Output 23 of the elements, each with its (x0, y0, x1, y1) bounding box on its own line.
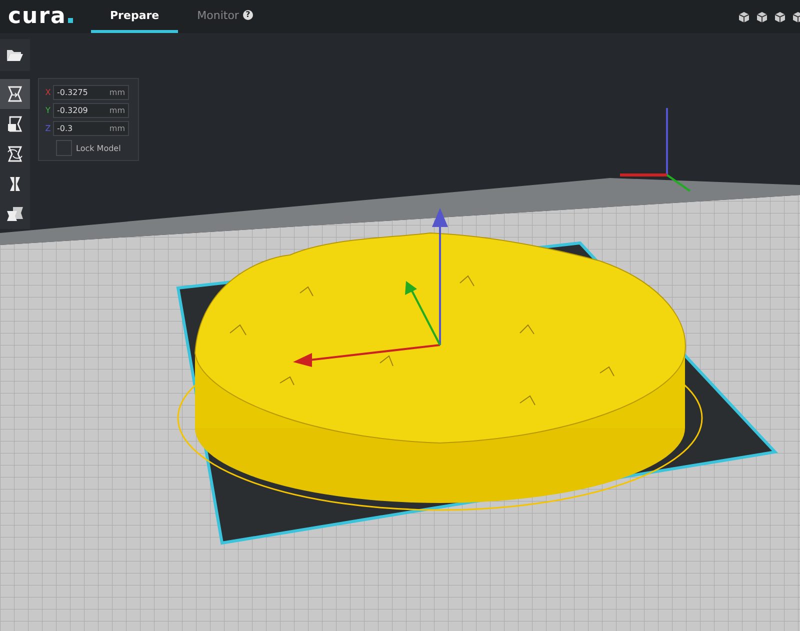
cura-logo: cura (8, 6, 88, 28)
mirror-tool-icon (7, 176, 23, 192)
move-tool-icon (7, 86, 23, 102)
open-file-button[interactable] (0, 39, 30, 71)
view-cube-icon[interactable] (738, 10, 750, 22)
unit-label: mm (109, 106, 125, 115)
folder-icon (6, 48, 24, 62)
tab[interactable]: Monitor ? (178, 0, 272, 33)
axis-label: Z (44, 124, 52, 133)
axis-label: X (44, 88, 52, 97)
tab[interactable]: Prepare (91, 0, 178, 33)
lock-model-label: Lock Model (76, 144, 121, 152)
axis-label: Y (44, 106, 52, 115)
view-cube-icon[interactable] (774, 10, 786, 22)
help-icon: ? (242, 10, 253, 20)
unit-label: mm (109, 124, 125, 133)
per-model-settings-icon (6, 206, 24, 222)
scale-tool-icon (7, 116, 23, 132)
tool-button[interactable] (0, 79, 30, 109)
rotate-tool-icon (7, 146, 23, 162)
view-cube-icon[interactable] (756, 10, 768, 22)
unit-label: mm (109, 88, 125, 97)
checkbox[interactable] (56, 140, 72, 156)
